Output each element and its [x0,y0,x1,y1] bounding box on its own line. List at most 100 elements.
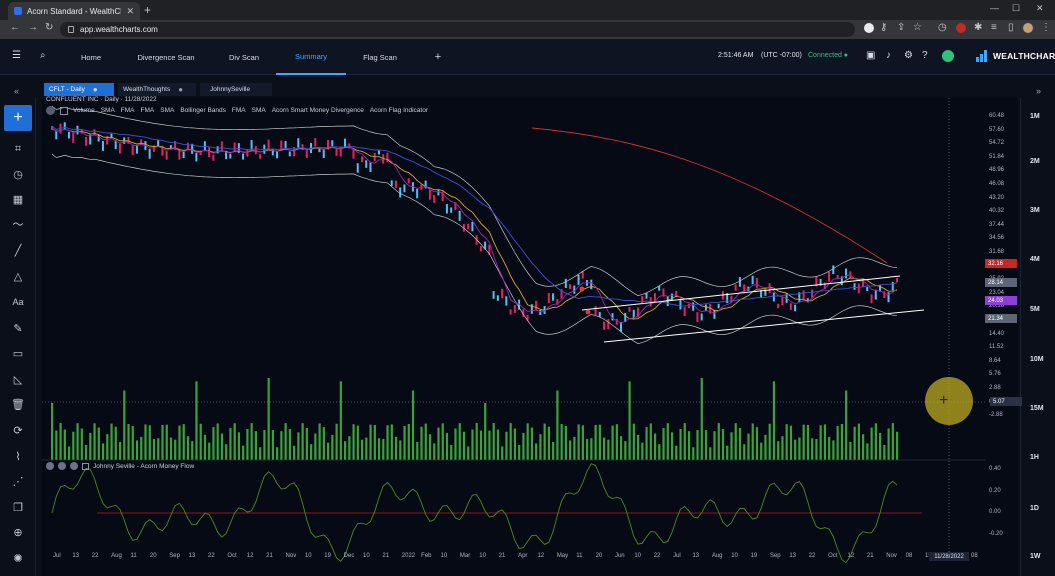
google-icon[interactable] [864,23,874,33]
puzzle-icon[interactable]: ✱ [974,22,982,33]
price-tag: 32.16 [985,259,1017,268]
crosshair-icon[interactable]: ⊕ [8,522,28,542]
timezone[interactable]: (UTC -07:00) [761,52,802,59]
bookmark-star-icon[interactable]: ☆ [913,22,922,33]
trend-icon[interactable]: 〜 [8,214,28,234]
indicator-legend-item[interactable]: SMA [252,107,266,114]
timeframe-1d[interactable]: 1D [1030,505,1039,512]
volume-bar [144,424,147,460]
candle [573,285,576,294]
compass-icon[interactable]: ✺ [8,548,28,568]
maximize-icon[interactable]: ☐ [1012,3,1020,14]
share-icon[interactable]: ⇪ [897,22,905,33]
browser-menu-icon[interactable]: ⋮ [1041,22,1051,33]
key-icon[interactable]: ⚷ [880,22,887,33]
nav-div-scan[interactable]: Div Scan [222,39,266,75]
copy-icon[interactable]: ❐ [8,497,28,517]
pencil-icon[interactable]: ✎ [8,318,28,338]
add-drawing-button[interactable]: + [4,105,32,131]
hamburger-menu-icon[interactable]: ☰ [12,50,21,61]
chart-type-icon[interactable]: ⌗ [8,139,28,159]
legend-settings-icon[interactable] [46,106,55,115]
bell-icon[interactable]: ♪ [886,50,891,61]
timeframe-3m[interactable]: 3M [1030,207,1040,214]
indicator-legend-item[interactable]: FMA [121,107,135,114]
timeframe-1m[interactable]: 1M [1030,113,1040,120]
close-window-icon[interactable]: ✕ [1036,3,1044,14]
measure-icon[interactable]: ◺ [8,369,28,389]
text-tool-icon[interactable]: Aa [8,292,28,312]
expand-right-icon[interactable]: » [1036,86,1041,96]
timeframe-1h[interactable]: 1H [1030,454,1039,461]
indicator-collapse-icon[interactable] [82,462,89,470]
indicator-close-icon[interactable] [70,462,78,470]
indicator-icon[interactable]: ⌇ [8,446,28,466]
side-panel-icon[interactable]: ▯ [1008,22,1014,33]
address-bar[interactable]: app.wealthcharts.com [60,22,855,37]
indicator-eye-icon[interactable] [46,462,54,470]
timeframe-4m[interactable]: 4M [1030,256,1040,263]
ruler-icon[interactable]: ▭ [8,343,28,363]
time-axis-label: 12 [246,553,254,559]
new-tab-icon[interactable]: + [144,3,151,17]
back-icon[interactable]: ← [10,22,20,33]
price-chart-svg[interactable] [42,98,986,563]
search-icon[interactable]: ⌕ [40,50,46,61]
indicator-legend-item[interactable]: FMA [141,107,155,114]
indicator-legend-item[interactable]: Acorn Smart Money Divergence [272,107,364,114]
browser-tab[interactable]: Acorn Standard - WealthCharts ✕ [8,2,140,20]
gear-icon[interactable]: ⚙ [904,50,913,61]
timeframe-15m[interactable]: 15M [1030,405,1044,412]
reading-list-icon[interactable]: ≡ [991,22,997,33]
volume-bar [653,433,657,460]
line-tool-icon[interactable]: ╱ [8,240,28,260]
legend-collapse-icon[interactable] [60,106,68,115]
volume-bar [726,445,729,460]
save-icon[interactable]: ▣ [866,50,875,61]
timeframe-10m[interactable]: 10M [1030,356,1044,363]
acorn-icon[interactable] [942,50,954,62]
chart-tab-johnnyseville[interactable]: JohnnySeville [200,83,272,96]
timeframe-5m[interactable]: 5M [1030,306,1040,313]
collapse-left-icon[interactable]: « [14,86,19,96]
add-tab-button[interactable]: + [430,39,446,75]
candle [704,304,707,311]
extension-clock-icon[interactable]: ◷ [938,22,947,33]
candle [208,147,211,158]
nav-summary[interactable]: Summary [276,39,346,75]
channel-lower-trendline[interactable] [603,309,925,343]
chart-tab-cflt[interactable]: CFLT - Daily ● [44,83,114,96]
help-icon[interactable]: ? [922,50,928,61]
nav-flag-scan[interactable]: Flag Scan [356,39,404,75]
indicator-legend-item[interactable]: FMA [232,107,246,114]
indicator-legend-item[interactable]: Acorn Flag Indicator [370,107,428,114]
channel-upper-trendline[interactable] [581,275,901,311]
nav-home[interactable]: Home [76,39,106,75]
extension-record-icon[interactable] [956,23,966,33]
volume-bars [51,378,899,460]
chart-tab-wealththoughts[interactable]: WealthThoughts ● [118,83,196,96]
trash-icon[interactable]: 🗑 [8,394,28,414]
indicator-legend-item[interactable]: Volume [73,107,95,114]
reload-icon[interactable]: ↻ [45,22,53,33]
pattern-icon[interactable]: ⋰ [8,471,28,491]
sync-icon[interactable]: ⟳ [8,420,28,440]
calendar-icon[interactable]: ▦ [8,189,28,209]
timeframe-1w[interactable]: 1W [1030,553,1041,560]
volume-bar [840,423,843,460]
close-tab-icon[interactable]: ✕ [126,6,134,17]
minimize-icon[interactable]: — [990,3,999,13]
indicator-legend-item[interactable]: Bollinger Bands [180,107,226,114]
profile-avatar[interactable] [1023,23,1033,33]
shapes-icon[interactable]: △ [8,266,28,286]
forward-icon[interactable]: → [28,22,38,33]
timeframe-2m[interactable]: 2M [1030,158,1040,165]
indicator-legend-item[interactable]: SMA [160,107,174,114]
nav-divergence-scan[interactable]: Divergence Scan [130,39,202,75]
time-axis-label: 20 [595,553,603,559]
candle [513,305,516,313]
indicator-settings-icon[interactable] [58,462,66,470]
clock-icon[interactable]: ◷ [8,164,28,184]
indicator-legend-item[interactable]: SMA [101,107,115,114]
volume-bar [305,428,308,460]
